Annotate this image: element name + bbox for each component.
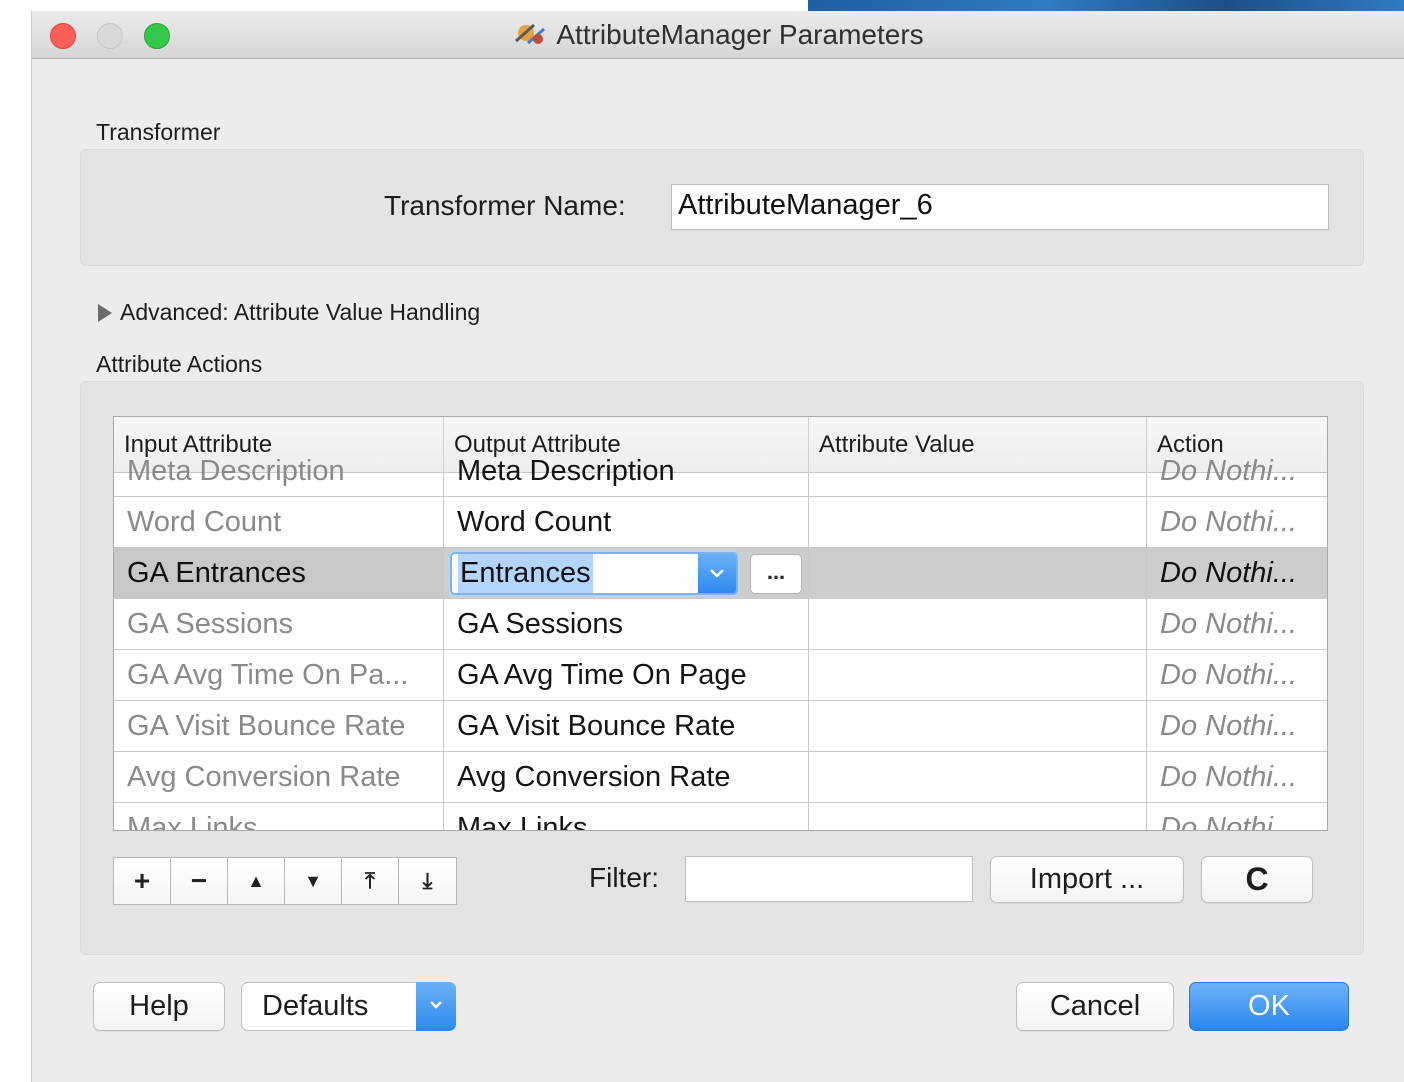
input-attribute-cell[interactable]: Avg Conversion Rate [114, 752, 443, 803]
attribute-value-cell[interactable] [809, 446, 1146, 497]
advanced-label: Advanced: Attribute Value Handling [120, 299, 481, 325]
refresh-icon[interactable]: C [1201, 856, 1313, 903]
attribute-actions-table: Input Attribute Output Attribute Attribu… [113, 416, 1328, 831]
title-bar: AttributeManager Parameters [32, 11, 1404, 59]
attribute-value-cell[interactable] [809, 650, 1146, 701]
output-attribute-cell[interactable]: GA Visit Bounce Rate [444, 701, 808, 752]
output-attribute-cell[interactable]: GA Sessions [444, 599, 808, 650]
attribute-value-cell[interactable] [809, 599, 1146, 650]
move-top-icon[interactable]: ⤒ [342, 858, 399, 904]
attribute-value-cell[interactable] [809, 803, 1146, 830]
ok-button[interactable]: OK [1189, 982, 1349, 1031]
import-button[interactable]: Import ... [990, 856, 1184, 903]
disclosure-triangle-icon [98, 304, 112, 322]
attribute-value-cell[interactable] [809, 752, 1146, 803]
attribute-value-cell[interactable] [809, 497, 1146, 548]
action-cell[interactable]: Do Nothi... [1147, 599, 1327, 650]
output-attribute-cell[interactable]: Avg Conversion Rate [444, 752, 808, 803]
input-attribute-cell[interactable]: Max Links [114, 803, 443, 830]
attribute-value-cell[interactable] [809, 548, 1146, 599]
action-cell[interactable]: Do Nothi... [1147, 752, 1327, 803]
advanced-disclosure[interactable]: Advanced: Attribute Value Handling [98, 299, 480, 326]
attribute-actions-label: Attribute Actions [96, 351, 263, 377]
row-toolbar: + − ▲ ▼ ⤒ ⤓ [113, 857, 457, 905]
action-cell[interactable]: Do Nothi... [1147, 803, 1327, 830]
input-attribute-cell[interactable]: GA Avg Time On Pa... [114, 650, 443, 701]
filter-label: Filter: [589, 862, 659, 893]
output-attribute-combobox[interactable]: Entrances [450, 552, 738, 595]
action-cell[interactable]: Do Nothi... [1147, 497, 1327, 548]
chevron-down-icon[interactable] [698, 554, 736, 593]
transformer-group: Transformer Name: AttributeManager_6 [80, 149, 1364, 266]
defaults-label: Defaults [262, 990, 369, 1022]
move-down-icon[interactable]: ▼ [285, 858, 342, 904]
output-attribute-cell[interactable]: Word Count [444, 497, 808, 548]
input-attribute-cell[interactable]: Meta Description [114, 446, 443, 497]
help-button[interactable]: Help [93, 982, 225, 1031]
input-attribute-cell[interactable]: Word Count [114, 497, 443, 548]
attribute-value-cell[interactable] [809, 701, 1146, 752]
cancel-button[interactable]: Cancel [1016, 982, 1174, 1031]
action-cell[interactable]: Do Nothi... [1147, 650, 1327, 701]
output-attribute-cell[interactable]: Meta Description [444, 446, 808, 497]
action-cell[interactable]: Do Nothi... [1147, 701, 1327, 752]
defaults-dropdown[interactable]: Defaults [241, 982, 456, 1031]
output-attribute-cell[interactable]: Max Links [444, 803, 808, 830]
window-title-group: AttributeManager Parameters [32, 19, 1404, 51]
output-attribute-cell[interactable]: GA Avg Time On Page [444, 650, 808, 701]
action-cell[interactable]: Do Nothi... [1147, 446, 1327, 497]
plus-icon[interactable]: + [114, 858, 171, 904]
input-attribute-cell[interactable]: GA Sessions [114, 599, 443, 650]
move-up-icon[interactable]: ▲ [228, 858, 285, 904]
transformer-name-input[interactable]: AttributeManager_6 [671, 184, 1329, 230]
input-attribute-cell[interactable]: GA Visit Bounce Rate [114, 701, 443, 752]
action-cell[interactable]: Do Nothi... [1147, 548, 1327, 599]
output-attribute-editor-text[interactable]: Entrances [458, 554, 593, 593]
transformer-section-label: Transformer [96, 119, 221, 145]
move-bottom-icon[interactable]: ⤓ [399, 858, 456, 904]
filter-input[interactable] [685, 856, 973, 902]
window-title: AttributeManager Parameters [556, 19, 924, 50]
chevron-down-icon[interactable] [416, 982, 456, 1031]
output-attribute-ellipsis-button[interactable]: ... [750, 554, 802, 594]
parameters-dialog: AttributeManager Parameters Transformer … [31, 11, 1404, 1082]
transformer-app-icon [512, 19, 548, 49]
input-attribute-cell[interactable]: GA Entrances [114, 548, 443, 599]
transformer-name-label: Transformer Name: [384, 190, 626, 221]
minus-icon[interactable]: − [171, 858, 228, 904]
